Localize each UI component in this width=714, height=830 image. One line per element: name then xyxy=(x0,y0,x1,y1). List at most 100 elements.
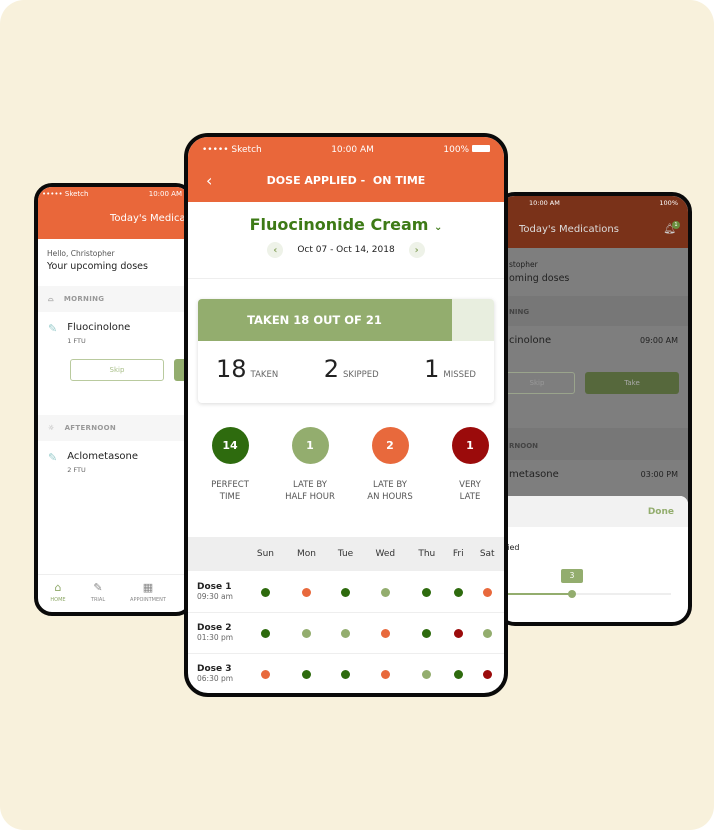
label-line: VERY xyxy=(459,480,481,490)
status-dot-hours xyxy=(380,629,390,638)
bell-icon[interactable]: 🔔︎ 1 xyxy=(663,220,680,235)
dose-cell[interactable] xyxy=(470,612,504,654)
summary-card: TAKEN 18 OUT OF 21 18 TAKEN 2 SKIPPED 1 MISSE… xyxy=(198,299,494,403)
category-label: PERFECT TIME xyxy=(190,479,270,503)
dose-cell[interactable] xyxy=(284,571,329,613)
calendar-icon: ▦ xyxy=(142,581,154,594)
dose-cell[interactable] xyxy=(446,571,471,613)
dose-cell[interactable] xyxy=(470,653,504,693)
dose-cell[interactable] xyxy=(446,612,471,654)
skip-button[interactable]: Skip xyxy=(499,372,575,394)
prev-week-button[interactable]: ‹ xyxy=(267,242,284,258)
left-phone: ••••• Sketch 10:00 AM Today's Medicat Hel… xyxy=(34,183,194,616)
tab-label: TRIAL xyxy=(90,597,106,603)
status-dot-very xyxy=(453,629,463,638)
tab-home[interactable]: ⌂ HOME xyxy=(38,581,78,612)
battery: 100% xyxy=(659,199,678,207)
dose-cell[interactable] xyxy=(246,571,285,613)
status-dot-perfect xyxy=(341,670,351,679)
dose-cell[interactable] xyxy=(328,571,363,613)
dose-cell[interactable] xyxy=(470,571,504,613)
dose-time: 06:30 pm xyxy=(197,674,234,683)
med-item[interactable]: ✎ Aclometasone 2 FTU xyxy=(38,441,190,484)
dimmed-content: stopher oming doses NING cinolone 09:00 … xyxy=(499,248,688,622)
done-button[interactable]: Done xyxy=(648,507,674,517)
dose-cell[interactable] xyxy=(446,653,471,693)
right-phone: 10:00 AM 100% Today's Medications 🔔︎ 1 stop… xyxy=(495,192,692,626)
categories: 14 PERFECT TIME 1 LATE BY HALF HOUR 2 LATE BY AN… xyxy=(188,427,504,503)
day-header: Fri xyxy=(446,537,471,571)
notification-badge: 1 xyxy=(672,220,680,229)
dose-table: Sun Mon Tue Wed Thu Fri Sat Dose 1 09:30 am Dose … xyxy=(188,537,504,693)
status-dot-hours xyxy=(301,587,311,597)
page-title: DOSE APPLIED - ON TIME xyxy=(266,174,426,187)
slider-thumb[interactable] xyxy=(568,590,576,598)
dose-cell[interactable] xyxy=(407,571,447,613)
next-week-button[interactable]: › xyxy=(408,242,425,258)
center-phone: ••••• Sketch 10:00 AM 100% ‹ DOSE APPLIED … xyxy=(184,133,508,697)
dose-cell[interactable] xyxy=(328,653,363,693)
status-dot-half xyxy=(422,670,432,679)
dose-cell[interactable] xyxy=(246,653,285,693)
carrier: ••••• Sketch xyxy=(42,190,89,198)
category-item: 14 PERFECT TIME xyxy=(190,427,270,503)
dose-cell[interactable] xyxy=(407,653,447,693)
header-title: Today's Medicat xyxy=(38,201,190,239)
section-label: AFTERNOON xyxy=(64,424,117,432)
status-dot-perfect xyxy=(422,629,432,638)
take-button[interactable]: Take xyxy=(585,372,679,394)
section-label: RNOON xyxy=(499,428,688,460)
section-morning: ⌓ MORNING xyxy=(38,286,190,312)
category-label: LATE BY HALF HOUR xyxy=(270,479,350,503)
category-label: LATE BY AN HOURS xyxy=(350,479,430,503)
greeting: stopher xyxy=(509,260,538,269)
count-item: 18 TAKEN xyxy=(216,355,278,383)
header-blank xyxy=(188,537,246,571)
dose-cell[interactable] xyxy=(328,612,363,654)
drug-selector[interactable]: Fluocinonide Cream ⌄ xyxy=(188,215,504,234)
category-count: 14 xyxy=(211,427,249,464)
dose-name: Dose 1 xyxy=(197,581,232,592)
dose-cell[interactable] xyxy=(363,571,408,613)
count-label: MISSED xyxy=(443,370,476,380)
date-range-nav: ‹ Oct 07 - Oct 14, 2018 › xyxy=(188,242,504,258)
tab-trial[interactable]: ✎ TRIAL xyxy=(78,581,118,612)
progress-label: TAKEN 18 OUT OF 21 xyxy=(247,313,382,327)
med-item[interactable]: ✎ Fluocinolone 1 FTU xyxy=(38,312,190,355)
dose-label: Dose 1 09:30 am xyxy=(188,571,246,613)
category-item: 1 LATE BY HALF HOUR xyxy=(270,427,350,503)
label-line: LATE BY xyxy=(373,480,407,490)
tab-appointment[interactable]: ▦ APPOINTMENT xyxy=(118,581,178,612)
dose-cell[interactable] xyxy=(363,653,408,693)
section-afternoon: ☼ AFTERNOON xyxy=(38,415,190,441)
status-dot-perfect xyxy=(422,587,432,597)
status-bar: ••••• Sketch 10:00 AM 100% xyxy=(188,137,504,159)
skip-button[interactable]: Skip xyxy=(70,359,164,381)
count-label: SKIPPED xyxy=(342,370,379,380)
chevron-down-icon: ⌄ xyxy=(434,222,443,233)
label-line: HALF HOUR xyxy=(285,492,335,502)
status-bar: 10:00 AM 100% xyxy=(499,196,688,210)
dose-cell[interactable] xyxy=(363,612,408,654)
dose-cell[interactable] xyxy=(407,612,447,654)
sun-icon: ☼ xyxy=(48,424,55,432)
status-bar: ••••• Sketch 10:00 AM xyxy=(38,187,190,201)
dose-cell[interactable] xyxy=(284,653,329,693)
dose-label: Dose 3 06:30 pm xyxy=(188,653,246,693)
dose-cell[interactable] xyxy=(246,612,285,654)
battery: 100% xyxy=(443,145,490,155)
dose-label: Dose 2 01:30 pm xyxy=(188,612,246,654)
dose-cell[interactable] xyxy=(284,612,329,654)
bottom-sheet: Done lied 3 xyxy=(499,496,688,622)
day-header: Thu xyxy=(407,537,447,571)
table-row: Dose 2 01:30 pm xyxy=(188,612,504,654)
count-item: 2 SKIPPED xyxy=(324,355,379,383)
status-dot-perfect xyxy=(301,670,311,679)
back-icon[interactable]: ‹ xyxy=(206,171,212,190)
tab-label: HOME xyxy=(50,597,66,603)
category-count: 1 xyxy=(451,427,489,464)
tab-bar: ⌂ HOME ✎ TRIAL ▦ APPOINTMENT xyxy=(38,574,190,612)
tube-icon: ✎ xyxy=(48,322,58,335)
counts-row: 18 TAKEN 2 SKIPPED 1 MISSED xyxy=(198,341,494,383)
med-name: metasone xyxy=(509,469,559,480)
